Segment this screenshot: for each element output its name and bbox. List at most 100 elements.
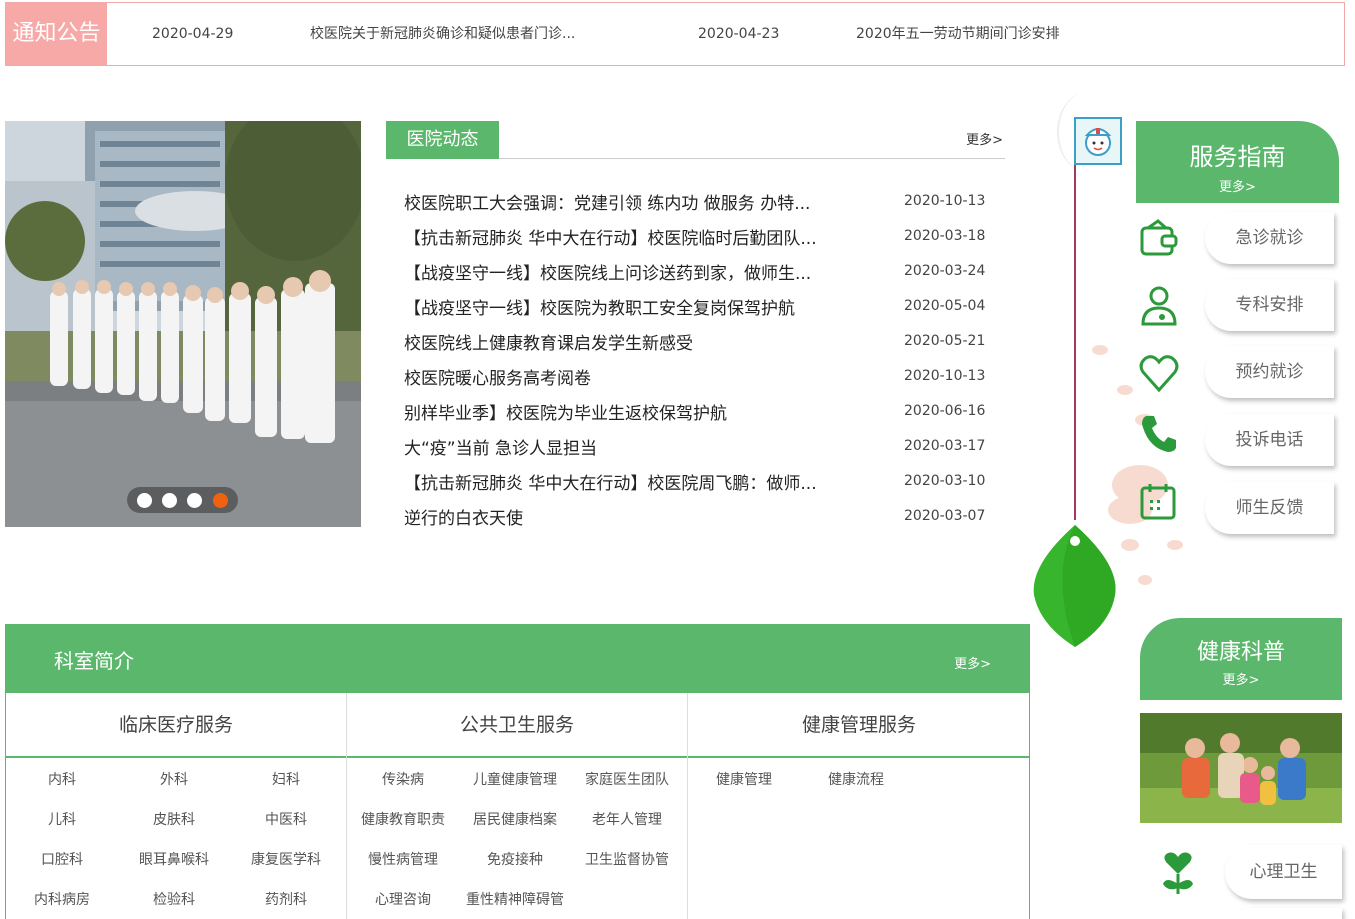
calendar-icon [1138,482,1180,524]
slider-pagination [127,487,238,513]
dept-item[interactable]: 居民健康档案 [459,809,571,829]
dept-item[interactable]: 眼耳鼻喉科 [118,849,230,869]
news-more-link[interactable]: 更多> [966,129,1003,148]
news-item-title[interactable]: 别样毕业季】校医院为毕业生返校保驾护航 [404,399,727,424]
dept-item[interactable]: 健康管理 [688,769,800,789]
dept-item[interactable]: 内科 [6,769,118,789]
news-item-date: 2020-03-17 [904,438,986,454]
news-item[interactable]: 【抗击新冠肺炎 华中大在行动】校医院周飞鹏：做师... 2020-03-10 [386,465,1006,500]
dept-column: 健康管理服务 健康管理 健康流程 [688,693,1030,919]
dept-column-title[interactable]: 公共卫生服务 [347,693,687,758]
news-list: 校医院职工大会强调：党建引领 练内功 做服务 办特... 2020-10-13 【抗… [386,185,1006,535]
health-science-more-link[interactable]: 更多> [1140,669,1342,688]
news-item[interactable]: 校医院暖心服务高考阅卷 2020-10-13 [386,360,1006,395]
news-title: 医院动态 [386,121,499,159]
dept-item[interactable]: 皮肤科 [118,809,230,829]
news-header: 医院动态 更多> [386,121,1005,159]
service-button[interactable]: 师生反馈 [1205,482,1334,534]
news-item-title[interactable]: 校医院暖心服务高考阅卷 [404,364,591,389]
news-item-date: 2020-03-10 [904,473,986,489]
dept-item[interactable]: 外科 [118,769,230,789]
slider-photo [5,121,361,527]
wallet-icon [1138,218,1180,260]
dept-item[interactable]: 康复医学科 [230,849,342,869]
slider-dot[interactable] [187,493,202,508]
dept-item[interactable]: 家庭医生团队 [571,769,683,789]
news-item-date: 2020-03-24 [904,263,986,279]
dept-column-title[interactable]: 健康管理服务 [688,693,1030,758]
department-header: 科室简介 更多> [6,625,1029,693]
dept-item[interactable]: 健康流程 [800,769,912,789]
phone-icon [1138,412,1180,454]
health-science-button-partial[interactable] [1225,908,1342,919]
news-item-date: 2020-06-16 [904,403,986,419]
news-item[interactable]: 【抗击新冠肺炎 华中大在行动】校医院临时后勤团队... 2020-03-18 [386,220,1006,255]
dept-column: 临床医疗服务 内科 外科 妇科儿科 皮肤科 中医科口腔科 眼耳鼻喉科 康复医学科内科病房 检验… [6,693,347,919]
dept-column-title[interactable]: 临床医疗服务 [6,693,346,758]
service-button[interactable]: 急诊就诊 [1205,212,1334,264]
news-item-title[interactable]: 逆行的白衣天使 [404,504,523,529]
service-guide-more-link[interactable]: 更多> [1136,176,1339,195]
dept-item[interactable]: 儿科 [6,809,118,829]
dept-item[interactable]: 免疫接种 [459,849,571,869]
doctor-icon [1138,284,1180,326]
dept-item[interactable]: 中医科 [230,809,342,829]
dept-item[interactable]: 心理咨询 [347,889,459,909]
news-item-date: 2020-05-04 [904,298,986,314]
notice-bar: 通知公告 2020-04-29 校医院关于新冠肺炎确诊和疑似患者门诊... 20… [5,2,1345,66]
image-slider[interactable] [5,121,361,527]
health-science-button[interactable]: 心理卫生 [1225,845,1342,899]
decorative-vine [1074,160,1076,520]
news-item-title[interactable]: 【抗击新冠肺炎 华中大在行动】校医院临时后勤团队... [404,224,817,249]
news-item-date: 2020-03-07 [904,508,986,524]
notice-label: 通知公告 [6,3,107,65]
service-guide-header: 服务指南 更多> [1136,121,1339,203]
health-science-header: 健康科普 更多> [1140,618,1342,700]
dept-item[interactable]: 口腔科 [6,849,118,869]
department-more-link[interactable]: 更多> [954,653,991,672]
dept-item[interactable]: 卫生监督协管 [571,849,683,869]
plant-heart-icon [1163,852,1193,894]
notice-date: 2020-04-23 [698,26,780,42]
health-science-title: 健康科普 [1196,640,1285,665]
dept-item[interactable]: 重性精神障碍管 [459,889,571,909]
news-item-date: 2020-10-13 [904,193,986,209]
news-item[interactable]: 大“疫”当前 急诊人显担当 2020-03-17 [386,430,1006,465]
dept-item[interactable]: 健康教育职责 [347,809,459,829]
news-item-title[interactable]: 【抗击新冠肺炎 华中大在行动】校医院周飞鹏：做师... [404,469,817,494]
service-guide-title: 服务指南 [1189,143,1286,171]
news-item-date: 2020-05-21 [904,333,986,349]
dept-item[interactable]: 妇科 [230,769,342,789]
news-item[interactable]: 校医院职工大会强调：党建引领 练内功 做服务 办特... 2020-10-13 [386,185,1006,220]
notice-link[interactable]: 2020年五一劳动节期间门诊安排 [856,3,1060,65]
slider-dot[interactable] [162,493,177,508]
news-item[interactable]: 【战疫坚守一线】校医院线上问诊送药到家，做师生... 2020-03-24 [386,255,1006,290]
news-item-title[interactable]: 【战疫坚守一线】校医院为教职工安全复岗保驾护航 [404,294,795,319]
news-item-date: 2020-10-13 [904,368,986,384]
news-item[interactable]: 别样毕业季】校医院为毕业生返校保驾护航 2020-06-16 [386,395,1006,430]
health-science-photo[interactable] [1140,713,1342,823]
service-button[interactable]: 投诉电话 [1205,414,1334,466]
dept-item[interactable]: 儿童健康管理 [459,769,571,789]
news-item[interactable]: 逆行的白衣天使 2020-03-07 [386,500,1006,535]
slider-dot-active[interactable] [213,493,228,508]
service-button[interactable]: 专科安排 [1205,279,1334,331]
service-button[interactable]: 预约就诊 [1205,346,1334,398]
notice-link[interactable]: 校医院关于新冠肺炎确诊和疑似患者门诊... [310,3,575,65]
dept-item[interactable]: 药剂科 [230,889,342,909]
news-item[interactable]: 校医院线上健康教育课启发学生新感受 2020-05-21 [386,325,1006,360]
news-item[interactable]: 【战疫坚守一线】校医院为教职工安全复岗保驾护航 2020-05-04 [386,290,1006,325]
news-item-title[interactable]: 【战疫坚守一线】校医院线上问诊送药到家，做师生... [404,259,811,284]
news-item-date: 2020-03-18 [904,228,986,244]
slider-dot[interactable] [137,493,152,508]
department-panel: 科室简介 更多> 临床医疗服务 内科 外科 妇科儿科 皮肤科 中医科口腔科 眼耳鼻喉科 康复… [5,624,1030,919]
dept-item[interactable]: 检验科 [118,889,230,909]
news-item-title[interactable]: 校医院职工大会强调：党建引领 练内功 做服务 办特... [404,189,810,214]
dept-item[interactable]: 慢性病管理 [347,849,459,869]
dept-item[interactable]: 内科病房 [6,889,118,909]
news-item-title[interactable]: 大“疫”当前 急诊人显担当 [404,434,597,459]
dept-item[interactable]: 传染病 [347,769,459,789]
notice-date: 2020-04-29 [152,26,234,42]
dept-item[interactable]: 老年人管理 [571,809,683,829]
news-item-title[interactable]: 校医院线上健康教育课启发学生新感受 [404,329,693,354]
